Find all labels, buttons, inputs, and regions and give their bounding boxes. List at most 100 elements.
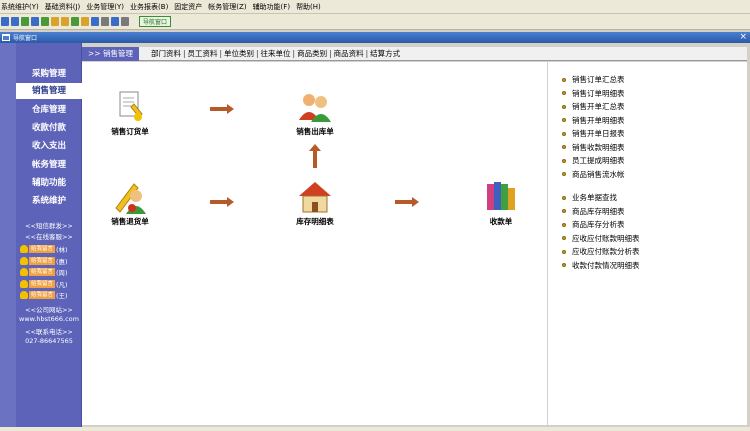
bullet-icon: [562, 209, 566, 214]
exit-icon[interactable]: [121, 17, 129, 26]
inventory-node[interactable]: 库存明细表: [288, 180, 342, 227]
sales-return-label: 销售退货单: [111, 217, 149, 226]
customer-icon: [297, 90, 333, 124]
bullet-icon: [562, 236, 566, 241]
qq-contact[interactable]: 给我留言 (凡): [20, 279, 82, 289]
report-link[interactable]: 商品库存明细表: [562, 205, 640, 219]
sidebar-item-tools[interactable]: 辅助功能: [16, 175, 82, 191]
sales-return-node[interactable]: 销售退货单: [104, 180, 156, 227]
report-link[interactable]: 应收应付账款分析表: [562, 245, 640, 259]
sales-order-node[interactable]: 销售订货单: [104, 90, 156, 137]
qq-contact-name: (凡): [56, 281, 68, 289]
flow-arrow-up: [309, 144, 321, 168]
open-icon[interactable]: [11, 17, 19, 26]
sidebar-item-income[interactable]: 收入支出: [16, 138, 82, 154]
toolbar: 导航窗口: [0, 14, 750, 30]
menu-tools[interactable]: 辅助功能(F): [253, 2, 291, 12]
tab-product-categories[interactable]: 商品类别: [295, 48, 329, 59]
bullet-icon: [562, 195, 566, 200]
qq-icon: [20, 257, 28, 265]
document-icon[interactable]: [21, 17, 29, 26]
sms-link[interactable]: <<短信群发>>: [16, 220, 82, 230]
nav-window-button[interactable]: 导航窗口: [139, 16, 172, 27]
receipt-label: 收款单: [489, 217, 513, 226]
report-link[interactable]: 销售订单汇总表: [562, 73, 625, 87]
help-icon[interactable]: [111, 17, 119, 26]
report-link[interactable]: 销售开单明细表: [562, 114, 625, 128]
tab-partners[interactable]: 往来单位: [259, 48, 293, 59]
report-link[interactable]: 销售收款明细表: [562, 141, 625, 155]
sidebar-item-payments[interactable]: 收款付款: [16, 120, 82, 136]
report-link[interactable]: 销售订单明细表: [562, 87, 625, 101]
tab-sales-management[interactable]: >> 销售管理: [82, 46, 139, 61]
chart-icon[interactable]: [71, 17, 79, 26]
menu-fixed-assets[interactable]: 固定资产: [174, 2, 202, 12]
bullet-icon: [562, 118, 566, 123]
print-icon[interactable]: [101, 17, 109, 26]
new-icon[interactable]: [1, 17, 9, 26]
sidebar-item-warehouse[interactable]: 仓库管理: [16, 102, 82, 118]
tab-employees[interactable]: 员工资料: [185, 48, 219, 59]
report-link[interactable]: 业务单据查找: [562, 191, 640, 205]
report-link[interactable]: 商品库存分析表: [562, 218, 640, 232]
receipt-node[interactable]: 收款单: [478, 180, 524, 227]
close-icon[interactable]: ×: [739, 32, 747, 43]
query-report-list: 业务单据查找 商品库存明细表 商品库存分析表 应收应付账款明细表 应收应付账款分…: [562, 191, 640, 272]
save-icon[interactable]: [91, 17, 99, 26]
bullet-icon: [562, 222, 566, 227]
qq-contact[interactable]: 给我留言 (惠): [20, 256, 82, 266]
tab-products[interactable]: 商品资料: [332, 48, 366, 59]
qq-contact[interactable]: 给我留言 (王): [20, 290, 82, 300]
user-icon[interactable]: [51, 17, 59, 26]
sales-out-node[interactable]: 销售出库单: [288, 90, 342, 137]
sidebar-item-accounts[interactable]: 帐务管理: [16, 157, 82, 173]
report-link[interactable]: 销售开单汇总表: [562, 100, 625, 114]
online-service-link[interactable]: <<在线客服>>: [16, 231, 82, 241]
report-link[interactable]: 商品销售流水帐: [562, 168, 625, 182]
edit-icon[interactable]: [41, 17, 49, 26]
menu-business[interactable]: 业务管理(Y): [86, 2, 124, 12]
tab-unit-categories[interactable]: 单位类别: [222, 48, 256, 59]
qq-contact-name: (王): [56, 292, 68, 300]
phone-number: 027-86647565: [25, 337, 73, 345]
sidebar-item-sales[interactable]: 销售管理: [16, 83, 82, 99]
flow-arrow-right: [395, 197, 419, 207]
message-tag: 给我留言: [29, 268, 56, 276]
flow-arrow-right: [210, 197, 234, 207]
message-tag: 给我留言: [29, 280, 56, 288]
report-link[interactable]: 收款付款情况明细表: [562, 259, 640, 273]
sales-order-label: 销售订货单: [111, 127, 149, 136]
menu-system[interactable]: 系统维护(Y): [1, 2, 39, 12]
qq-icon: [20, 291, 28, 299]
menu-help[interactable]: 帮助(H): [296, 2, 321, 12]
message-tag: 给我留言: [29, 291, 56, 299]
qq-contact[interactable]: 给我留言 (林): [20, 244, 82, 254]
menu-reports[interactable]: 业务报表(B): [130, 2, 168, 12]
return-icon: [112, 180, 148, 214]
report-link[interactable]: 员工提成明细表: [562, 154, 625, 168]
list-icon[interactable]: [31, 17, 39, 26]
inventory-label: 库存明细表: [296, 217, 334, 226]
website-url[interactable]: www.hbst666.com: [16, 315, 82, 323]
message-tag: 给我留言: [29, 257, 56, 265]
qq-contact-name: (惠): [56, 258, 68, 266]
sidebar: 采购管理 销售管理 仓库管理 收款付款 收入支出 帐务管理 辅助功能 系统维护 …: [16, 43, 82, 427]
report-link[interactable]: 应收应付账款明细表: [562, 232, 640, 246]
bullet-icon: [562, 172, 566, 177]
sidebar-item-purchase[interactable]: 采购管理: [16, 66, 82, 82]
menu-basic-data[interactable]: 基础资料(J): [45, 2, 81, 12]
company-website-link[interactable]: <<公司网站>>: [16, 304, 82, 314]
folder-icon[interactable]: [81, 17, 89, 26]
group-icon[interactable]: [61, 17, 69, 26]
tab-settlement-methods[interactable]: 结算方式: [368, 48, 402, 59]
qq-contact[interactable]: 给我留言 (周): [20, 267, 82, 277]
left-edge: [0, 43, 16, 427]
qq-contact-name: (林): [56, 246, 68, 254]
menu-accounts[interactable]: 帐务管理(Z): [208, 2, 246, 12]
sidebar-item-system[interactable]: 系统维护: [16, 193, 82, 209]
bullet-icon: [562, 249, 566, 254]
tab-departments[interactable]: 部门资料: [149, 48, 183, 59]
window-title: 导航窗口: [13, 35, 38, 42]
house-icon: [297, 180, 333, 214]
report-link[interactable]: 销售开单日报表: [562, 127, 625, 141]
